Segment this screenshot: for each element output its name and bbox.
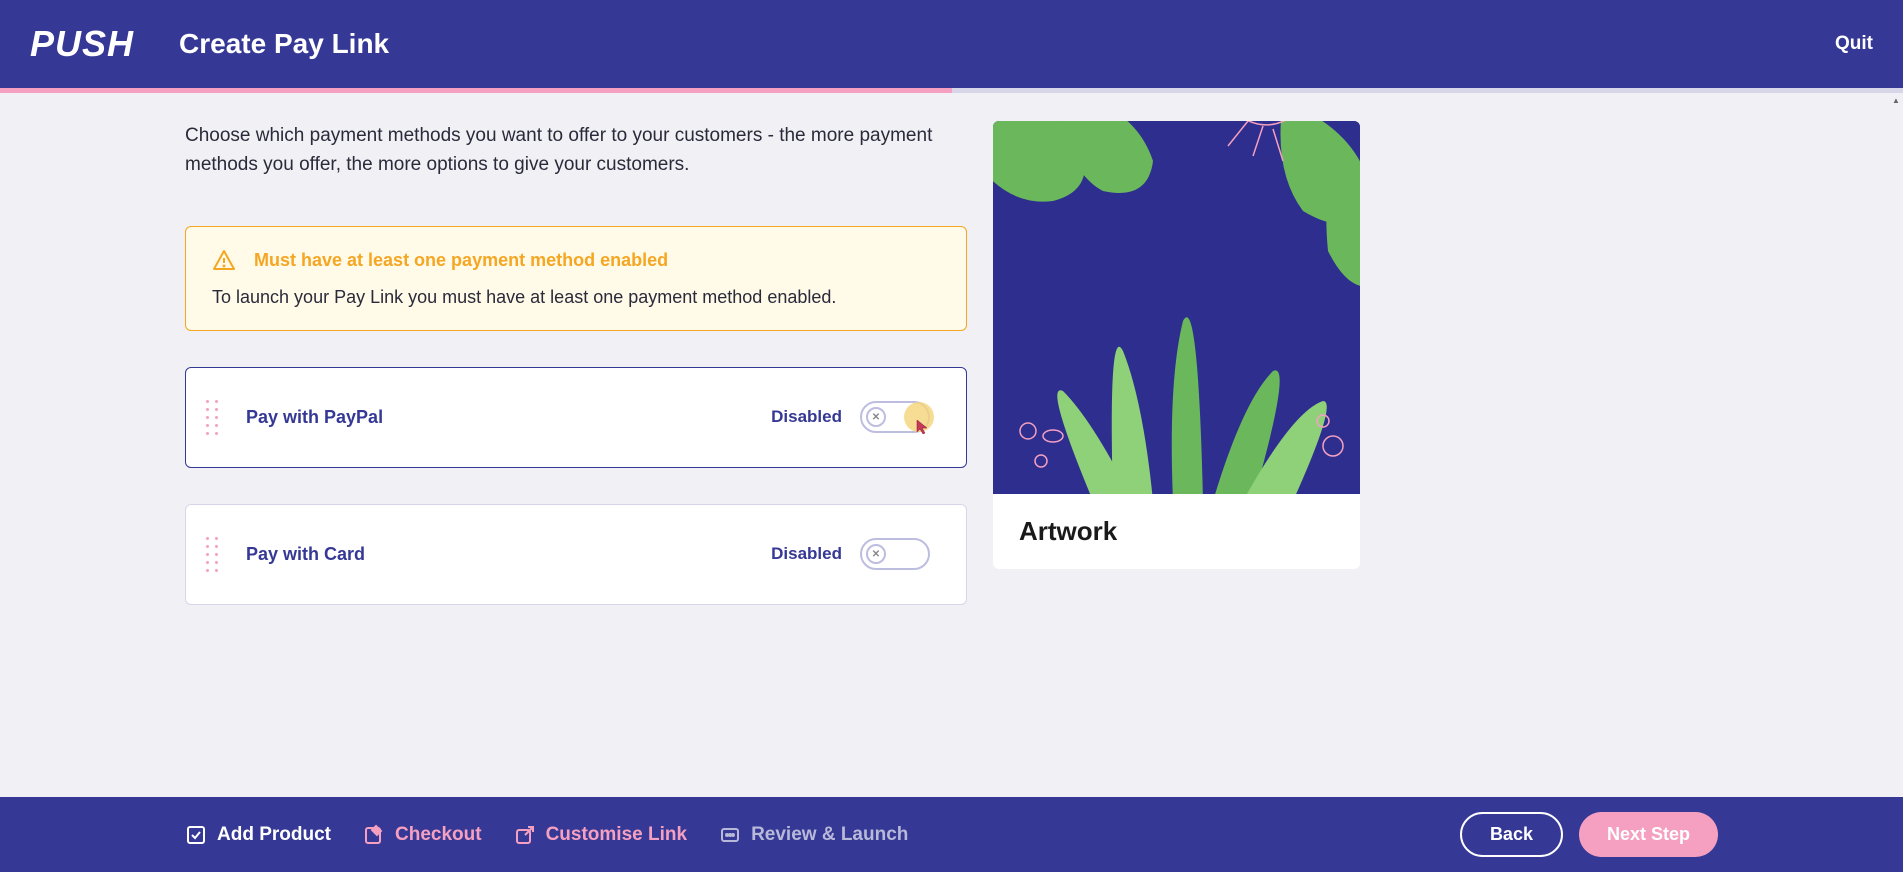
header-left: PUSH Create Pay Link (30, 23, 389, 65)
progress-bar (0, 88, 1903, 93)
scrollbar[interactable]: ▲ (1889, 93, 1903, 797)
step-label: Checkout (395, 824, 482, 846)
right-column: Artwork (993, 121, 1360, 641)
method-name: Pay with Card (246, 544, 771, 565)
left-column: Choose which payment methods you want to… (185, 121, 967, 641)
payment-method-paypal: Pay with PayPal Disabled ✕ (185, 367, 967, 468)
x-icon: ✕ (872, 549, 880, 560)
back-button[interactable]: Back (1460, 812, 1563, 857)
scroll-up-icon[interactable]: ▲ (1889, 93, 1903, 107)
footer-buttons: Back Next Step (1460, 812, 1718, 857)
header: PUSH Create Pay Link Quit (0, 0, 1903, 88)
preview-card: Artwork (993, 121, 1360, 569)
drag-handle-icon[interactable] (206, 537, 224, 572)
progress-fill (0, 88, 952, 93)
step-label: Customise Link (546, 824, 687, 846)
step-checkout[interactable]: Checkout (363, 824, 482, 846)
description: Choose which payment methods you want to… (185, 121, 967, 180)
alert-body: To launch your Pay Link you must have at… (212, 287, 940, 308)
toggle-knob: ✕ (866, 544, 886, 564)
step-customise-link[interactable]: Customise Link (514, 824, 687, 846)
method-name: Pay with PayPal (246, 407, 771, 428)
method-status: Disabled (771, 407, 842, 427)
step-label: Add Product (217, 824, 331, 846)
footer: Add Product Checkout Customise Link (0, 797, 1903, 872)
warning-icon (212, 249, 236, 273)
cursor-highlight (904, 402, 934, 432)
step-add-product[interactable]: Add Product (185, 824, 331, 846)
step-review-launch[interactable]: Review & Launch (719, 824, 908, 846)
method-status: Disabled (771, 544, 842, 564)
x-icon: ✕ (872, 412, 880, 423)
page-title: Create Pay Link (179, 28, 389, 60)
content-inner: Choose which payment methods you want to… (185, 121, 1718, 641)
artwork-image (993, 121, 1360, 494)
drag-handle-icon[interactable] (206, 400, 224, 435)
preview-title: Artwork (993, 494, 1360, 569)
toggle-card[interactable]: ✕ (860, 538, 930, 570)
toggle-knob: ✕ (866, 407, 886, 427)
next-step-button[interactable]: Next Step (1579, 812, 1718, 857)
toggle-paypal[interactable]: ✕ (860, 401, 930, 433)
edit-icon (363, 824, 385, 846)
quit-button[interactable]: Quit (1835, 33, 1873, 55)
alert-title-row: Must have at least one payment method en… (212, 249, 940, 273)
alert-box: Must have at least one payment method en… (185, 226, 967, 331)
footer-steps: Add Product Checkout Customise Link (185, 824, 908, 846)
external-link-icon (514, 824, 536, 846)
logo: PUSH (30, 23, 134, 65)
payment-method-card: Pay with Card Disabled ✕ (185, 504, 967, 605)
check-square-icon (185, 824, 207, 846)
alert-title-text: Must have at least one payment method en… (254, 250, 668, 271)
dots-square-icon (719, 824, 741, 846)
step-label: Review & Launch (751, 824, 908, 846)
cursor-icon (916, 419, 930, 435)
content: Choose which payment methods you want to… (0, 93, 1903, 797)
